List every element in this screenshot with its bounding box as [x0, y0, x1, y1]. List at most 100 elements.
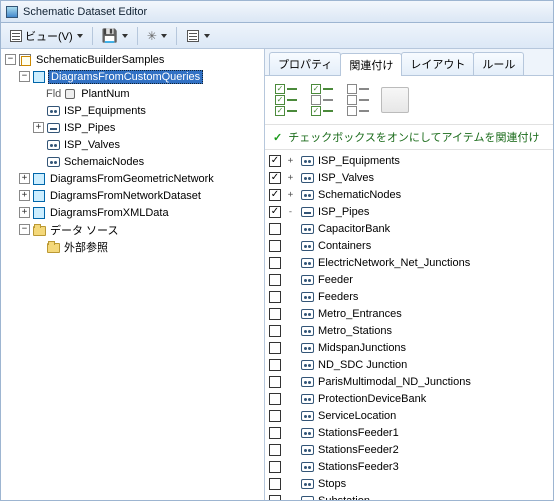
tree-toggle[interactable]: + [33, 122, 44, 133]
tree-toggle[interactable]: + [19, 173, 30, 184]
checkbox[interactable] [269, 206, 281, 218]
checkbox[interactable] [269, 478, 281, 490]
view-menu[interactable]: ビュー(V) [5, 26, 87, 46]
list-item[interactable]: +StationsFeeder3 [269, 458, 549, 475]
list-item[interactable]: +Feeders [269, 288, 549, 305]
checkbox[interactable] [269, 291, 281, 303]
checkbox[interactable] [269, 410, 281, 422]
list-item[interactable]: +ProtectionDeviceBank [269, 390, 549, 407]
tree-node-geometric-network[interactable]: DiagramsFromGeometricNetwork [48, 173, 216, 185]
tree-node-schematic-nodes[interactable]: SchemaicNodes [62, 156, 146, 168]
checkbox[interactable] [269, 359, 281, 371]
checkbox[interactable] [269, 461, 281, 473]
save-button[interactable]: 💾 [98, 26, 132, 46]
list-item[interactable]: +ElectricNetwork_Net_Junctions [269, 254, 549, 271]
point-feature-icon [300, 154, 314, 168]
checkbox[interactable] [269, 342, 281, 354]
point-feature-icon [300, 358, 314, 372]
list-item-label: ISP_Pipes [318, 206, 369, 218]
list-item[interactable]: +ParisMultimodal_ND_Junctions [269, 373, 549, 390]
checkbox[interactable] [269, 223, 281, 235]
list-item[interactable]: +Metro_Entrances [269, 305, 549, 322]
tree-node-isp-equipments[interactable]: ISP_Equipments [62, 105, 148, 117]
tree-node-external-ref[interactable]: 外部参照 [62, 239, 110, 255]
tree-toggle[interactable]: + [19, 190, 30, 201]
checkbox[interactable] [269, 155, 281, 167]
list-item[interactable]: +StationsFeeder2 [269, 441, 549, 458]
point-feature-icon [300, 460, 314, 474]
list-icon [186, 29, 200, 43]
checkbox[interactable] [269, 376, 281, 388]
tree-node-isp-valves[interactable]: ISP_Valves [62, 139, 122, 151]
checkbox[interactable] [269, 393, 281, 405]
check-all-button[interactable] [273, 82, 299, 118]
folder-icon [32, 223, 46, 237]
list-item-label: ISP_Valves [318, 172, 374, 184]
checkbox[interactable] [269, 495, 281, 501]
tree-toggle[interactable]: + [19, 207, 30, 218]
tab-associations[interactable]: 関連付け [340, 53, 402, 76]
tree-node-data-source[interactable]: データ ソース [48, 222, 121, 238]
diagram-template-icon [32, 206, 46, 220]
tree-toggle[interactable]: − [19, 71, 30, 82]
list-item-label: Metro_Stations [318, 325, 392, 337]
checkbox[interactable] [269, 325, 281, 337]
checkbox[interactable] [269, 172, 281, 184]
point-feature-icon [300, 494, 314, 501]
copy-button[interactable] [381, 87, 409, 113]
checkbox[interactable] [269, 240, 281, 252]
save-icon: 💾 [102, 28, 118, 44]
list-item[interactable]: +MidspanJunctions [269, 339, 549, 356]
tree-node-network-dataset[interactable]: DiagramsFromNetworkDataset [48, 190, 203, 202]
list-item-label: StationsFeeder1 [318, 427, 399, 439]
list-item-label: Feeder [318, 274, 353, 286]
list-item[interactable]: +SchematicNodes [269, 186, 549, 203]
point-feature-icon [300, 426, 314, 440]
tree-node-xml-data[interactable]: DiagramsFromXMLData [48, 207, 171, 219]
point-feature-icon [300, 477, 314, 491]
list-item[interactable]: +Stops [269, 475, 549, 492]
tree-node-plantnum[interactable]: PlantNum [79, 88, 131, 100]
tab-layout[interactable]: レイアウト [401, 52, 474, 75]
checkbox[interactable] [269, 189, 281, 201]
tab-properties[interactable]: プロパティ [269, 52, 341, 75]
list-item[interactable]: + ISP_Valves [269, 169, 549, 186]
list-item[interactable]: +Metro_Stations [269, 322, 549, 339]
list-item[interactable]: +Containers [269, 237, 549, 254]
list-item[interactable]: +ISP_Equipments [269, 152, 549, 169]
checkbox[interactable] [269, 257, 281, 269]
tab-rules[interactable]: ルール [473, 52, 524, 75]
nav-tree[interactable]: − SchematicBuilderSamples − DiagramsFrom… [1, 49, 265, 500]
tree-toggle[interactable]: − [19, 224, 30, 235]
list-item[interactable]: +ND_SDC Junction [269, 356, 549, 373]
expand-toggle[interactable]: + [285, 156, 296, 166]
associate-button[interactable]: ✳ [143, 26, 171, 46]
tree-options-button[interactable] [182, 26, 214, 46]
checkbox[interactable] [269, 308, 281, 320]
check-some-button[interactable] [309, 82, 335, 118]
list-item-label: StationsFeeder2 [318, 444, 399, 456]
point-feature-icon [300, 443, 314, 457]
expand-toggle[interactable]: - [285, 207, 296, 217]
point-feature-icon [300, 188, 314, 202]
checkbox[interactable] [269, 274, 281, 286]
feature-class-icon [46, 155, 60, 169]
tree-node-custom-queries[interactable]: DiagramsFromCustomQueries [48, 70, 203, 84]
tree-node-root[interactable]: SchematicBuilderSamples [34, 54, 166, 66]
list-item[interactable]: +ServiceLocation [269, 407, 549, 424]
point-feature-icon [300, 290, 314, 304]
expand-toggle[interactable]: + [285, 190, 296, 200]
tree-toggle[interactable]: − [5, 54, 16, 65]
list-item[interactable]: +CapacitorBank [269, 220, 549, 237]
checkbox[interactable] [269, 427, 281, 439]
list-item[interactable]: +Substation [269, 492, 549, 500]
check-icon: ✓ [273, 131, 282, 144]
uncheck-all-button[interactable] [345, 82, 371, 118]
checkbox[interactable] [269, 444, 281, 456]
association-list[interactable]: +ISP_Equipments+ISP_Valves+SchematicNode… [265, 150, 553, 500]
tree-node-isp-pipes[interactable]: ISP_Pipes [62, 122, 117, 134]
list-item[interactable]: - ISP_Pipes [269, 203, 549, 220]
expand-toggle[interactable]: + [285, 173, 296, 183]
list-item[interactable]: +Feeder [269, 271, 549, 288]
list-item[interactable]: +StationsFeeder1 [269, 424, 549, 441]
